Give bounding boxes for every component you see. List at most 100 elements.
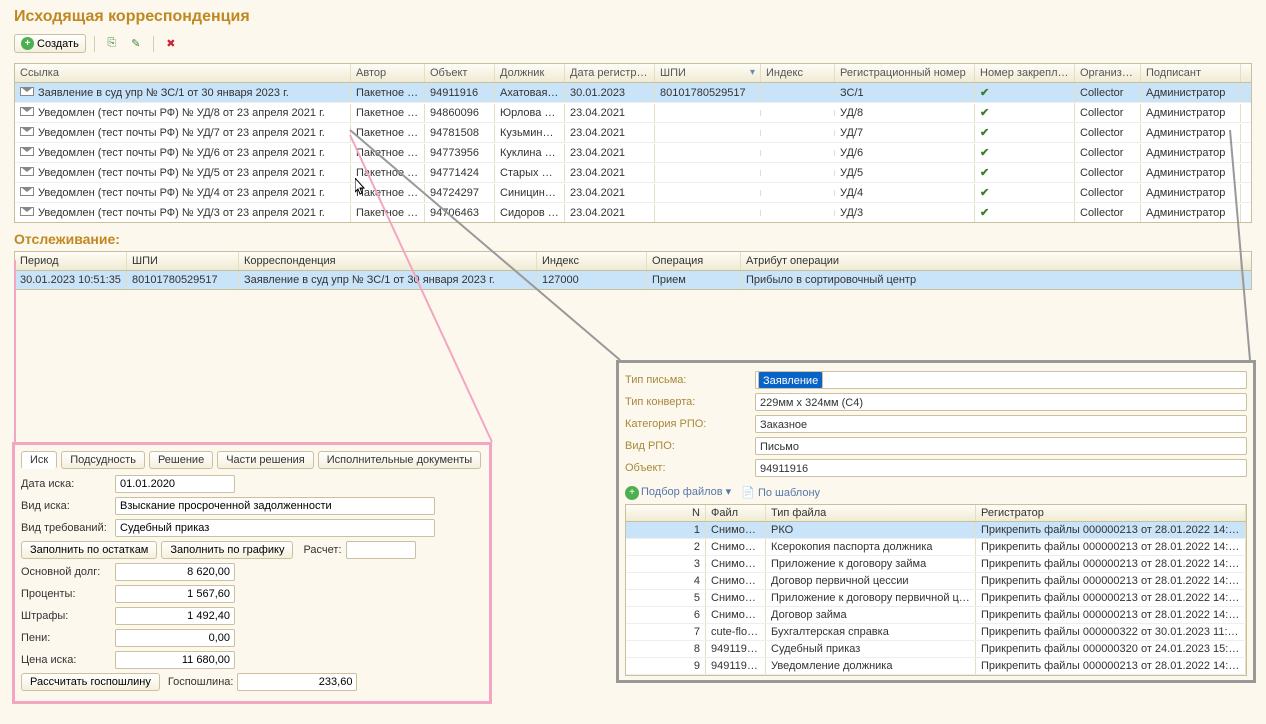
template-label: По шаблону: [758, 487, 820, 499]
col-shpi2[interactable]: ШПИ: [127, 252, 239, 270]
price-input[interactable]: [115, 651, 235, 669]
percent-input[interactable]: [115, 585, 235, 603]
lbl-kind-rpo: Вид РПО:: [625, 440, 755, 452]
fill-rem-button[interactable]: Заполнить по остаткам: [21, 541, 157, 559]
main-debt-input[interactable]: [115, 563, 235, 581]
col-org[interactable]: Организац...: [1075, 64, 1141, 82]
lbl-penalty: Пени:: [21, 632, 111, 644]
lbl-date: Дата иска:: [21, 478, 111, 490]
table-row[interactable]: 3Снимок ...Приложение к договору займаПр…: [626, 556, 1246, 573]
tab-2[interactable]: Решение: [149, 451, 213, 469]
create-button[interactable]: +Создать: [14, 34, 86, 53]
tracking-grid: Период ШПИ Корреспонденция Индекс Операц…: [14, 251, 1252, 290]
table-row[interactable]: 1Снимок ...РКОПрикрепить файлы 000000213…: [626, 522, 1246, 539]
penalty-input[interactable]: [115, 629, 235, 647]
lbl-cat-rpo: Категория РПО:: [625, 418, 755, 430]
col-corr[interactable]: Корреспонденция: [239, 252, 537, 270]
lbl-type-env: Тип конверта:: [625, 396, 755, 408]
lbl-req: Вид требований:: [21, 522, 111, 534]
col-n[interactable]: N: [626, 505, 706, 521]
col-index[interactable]: Индекс: [761, 64, 835, 82]
type-env-field[interactable]: 229мм х 324мм (С4): [755, 393, 1247, 411]
grid-body[interactable]: Заявление в суд упр № ЗС/1 от 30 января …: [15, 83, 1251, 222]
separator: [153, 36, 154, 52]
tab-3[interactable]: Части решения: [217, 451, 314, 469]
table-row[interactable]: 99491191...Уведомление должникаПрикрепит…: [626, 658, 1246, 675]
col-type[interactable]: Тип файла: [766, 505, 976, 521]
col-attr[interactable]: Атрибут операции: [741, 252, 1241, 270]
col-shpi-label: ШПИ: [660, 67, 686, 79]
detail-right-panel: Тип письма:Заявление в суд упр Тип конве…: [616, 360, 1256, 683]
req-input[interactable]: [115, 519, 435, 537]
edit-icon[interactable]: ✎: [127, 35, 145, 53]
kind-input[interactable]: [115, 497, 435, 515]
tab-1[interactable]: Подсудность: [61, 451, 145, 469]
table-row[interactable]: Уведомлен (тест почты РФ) № УД/4 от 23 а…: [15, 183, 1251, 203]
col-date[interactable]: Дата регистрац...: [565, 64, 655, 82]
col-file[interactable]: Файл: [706, 505, 766, 521]
tab-0[interactable]: Иск: [21, 451, 57, 469]
col-op[interactable]: Операция: [647, 252, 741, 270]
main-grid: Ссылка Автор Объект Должник Дата регистр…: [14, 63, 1252, 223]
table-row[interactable]: 30.01.2023 10:51:3580101780529517Заявлен…: [15, 271, 1251, 289]
calc-input[interactable]: [346, 541, 416, 559]
lbl-price: Цена иска:: [21, 654, 111, 666]
delete-icon[interactable]: ✖: [162, 35, 180, 53]
copy-icon[interactable]: ⎘: [103, 35, 121, 53]
plus-icon: +: [21, 37, 34, 50]
lbl-duty: Госпошлина:: [168, 676, 234, 688]
table-row[interactable]: 5Снимок ...Приложение к договору первичн…: [626, 590, 1246, 607]
create-label: Создать: [37, 38, 79, 50]
table-row[interactable]: 6Снимок ...Договор займаПрикрепить файлы…: [626, 607, 1246, 624]
table-row[interactable]: Уведомлен (тест почты РФ) № УД/6 от 23 а…: [15, 143, 1251, 163]
col-numfix[interactable]: Номер закреплен: [975, 64, 1075, 82]
col-period[interactable]: Период: [15, 252, 127, 270]
col-shpi[interactable]: ШПИ ▾: [655, 64, 761, 82]
table-row[interactable]: Заявление в суд упр № ЗС/1 от 30 января …: [15, 83, 1251, 103]
by-template-button[interactable]: 📄 По шаблону: [741, 486, 820, 499]
type-letter-value: Заявление в суд упр: [758, 371, 823, 389]
kind-rpo-field[interactable]: Письмо: [755, 437, 1247, 455]
calc-duty-button[interactable]: Рассчитать госпошлину: [21, 673, 160, 691]
type-letter-field[interactable]: Заявление в суд упр: [755, 371, 1247, 389]
col-regnum[interactable]: Регистрационный номер: [835, 64, 975, 82]
grid-header: Ссылка Автор Объект Должник Дата регистр…: [15, 64, 1251, 83]
toolbar: +Создать ⎘ ✎ ✖: [0, 30, 1266, 63]
date-input[interactable]: [115, 475, 235, 493]
table-row[interactable]: Уведомлен (тест почты РФ) № УД/8 от 23 а…: [15, 103, 1251, 123]
lbl-kind: Вид иска:: [21, 500, 111, 512]
duty-input[interactable]: [237, 673, 357, 691]
cat-rpo-field[interactable]: Заказное: [755, 415, 1247, 433]
lbl-calc: Расчет:: [303, 544, 341, 556]
plus-icon: +: [625, 486, 639, 500]
col-object[interactable]: Объект: [425, 64, 495, 82]
pick-files-button[interactable]: +Подбор файлов ▾: [625, 485, 731, 500]
table-row[interactable]: 89491191...Судебный приказПрикрепить фай…: [626, 641, 1246, 658]
lbl-main-debt: Основной долг:: [21, 566, 111, 578]
col-link[interactable]: Ссылка: [15, 64, 351, 82]
table-row[interactable]: 4Снимок ...Договор первичной цессииПрикр…: [626, 573, 1246, 590]
tracking-body[interactable]: 30.01.2023 10:51:3580101780529517Заявлен…: [15, 271, 1251, 289]
detail-left-panel: ИскПодсудностьРешениеЧасти решенияИсполн…: [12, 442, 492, 704]
lbl-fines: Штрафы:: [21, 610, 111, 622]
tracking-title: Отслеживание:: [0, 223, 1266, 251]
table-row[interactable]: Уведомлен (тест почты РФ) № УД/7 от 23 а…: [15, 123, 1251, 143]
col-reg[interactable]: Регистратор: [976, 505, 1246, 521]
lbl-type-letter: Тип письма:: [625, 374, 755, 386]
fines-input[interactable]: [115, 607, 235, 625]
table-row[interactable]: 2Снимок ...Ксерокопия паспорта должникаП…: [626, 539, 1246, 556]
col-index2[interactable]: Индекс: [537, 252, 647, 270]
files-body[interactable]: 1Снимок ...РКОПрикрепить файлы 000000213…: [626, 522, 1246, 675]
col-signer[interactable]: Подписант: [1141, 64, 1241, 82]
table-row[interactable]: Уведомлен (тест почты РФ) № УД/5 от 23 а…: [15, 163, 1251, 183]
col-author[interactable]: Автор: [351, 64, 425, 82]
table-row[interactable]: 7cute-flow...Бухгалтерская справкаПрикре…: [626, 624, 1246, 641]
filter-icon[interactable]: ▾: [750, 67, 755, 78]
table-row[interactable]: Уведомлен (тест почты РФ) № УД/3 от 23 а…: [15, 203, 1251, 222]
tracking-header: Период ШПИ Корреспонденция Индекс Операц…: [15, 252, 1251, 271]
col-debtor[interactable]: Должник: [495, 64, 565, 82]
tabs: ИскПодсудностьРешениеЧасти решенияИсполн…: [21, 451, 483, 469]
fill-sched-button[interactable]: Заполнить по графику: [161, 541, 293, 559]
tab-4[interactable]: Исполнительные документы: [318, 451, 481, 469]
object-field[interactable]: 94911916: [755, 459, 1247, 477]
